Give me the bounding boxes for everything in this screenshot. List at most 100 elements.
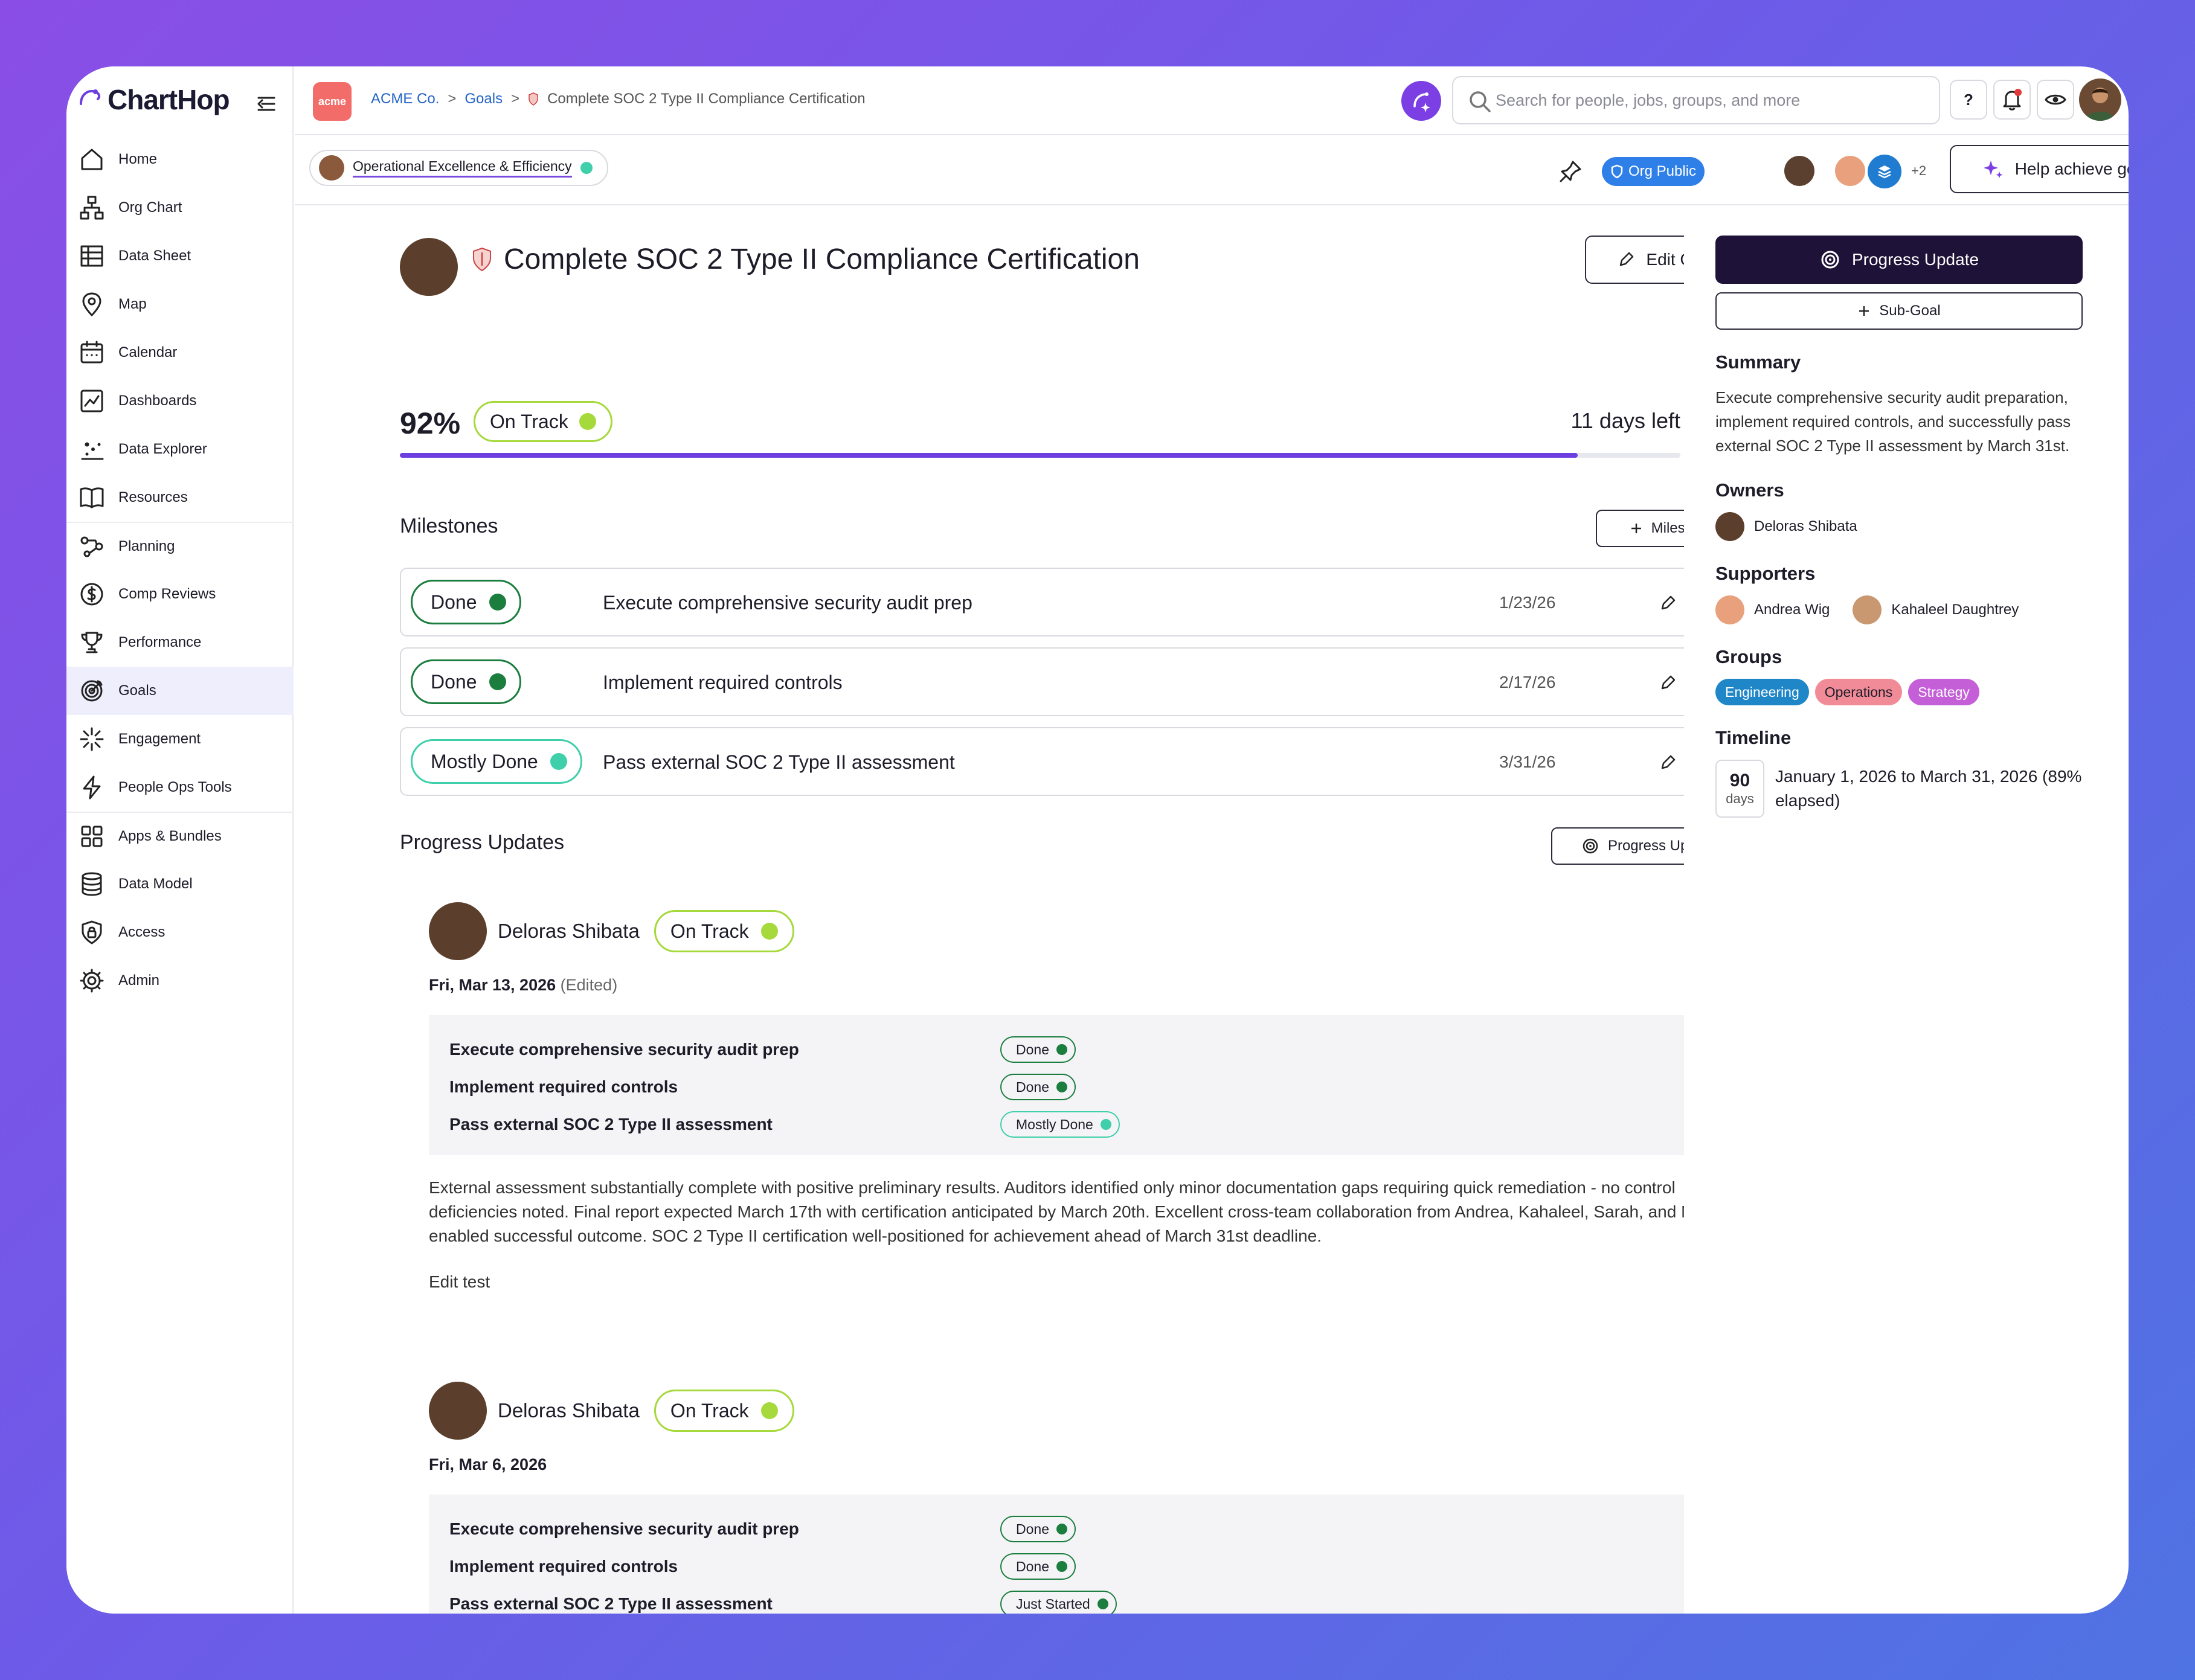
timeline-title: Timeline [1715,727,1792,748]
progress-update-button[interactable]: Progress Update [1715,236,2083,284]
dollar-icon [79,581,105,608]
update-milestone-status-label: Just Started [1016,1595,1090,1612]
supporter-item[interactable]: Kahaleel Daughtrey [1853,595,2019,624]
view-as-button[interactable] [2037,80,2074,120]
sidebar-item-org-chart[interactable]: Org Chart [66,184,294,232]
org-logo[interactable]: acme [313,82,352,121]
search-box[interactable] [1452,76,1940,124]
update-milestone-status-label: Done [1016,1558,1049,1574]
group-chip[interactable]: Strategy [1908,679,1979,705]
home-icon [79,146,105,173]
extra-members-count[interactable]: +2 [1911,163,1926,179]
search-input[interactable] [1496,91,1939,110]
sidebar-item-planning[interactable]: Planning [66,522,294,570]
sidebar-item-home[interactable]: Home [66,135,294,184]
sidebar-item-resources[interactable]: Resources [66,473,294,522]
supporter-item[interactable]: Andrea Wig [1715,595,1830,624]
pin-icon[interactable] [1557,158,1584,185]
sidebar-item-label: Resources [118,489,188,505]
update-author-name[interactable]: Deloras Shibata [498,920,640,943]
visibility-badge[interactable]: Org Public [1602,157,1705,186]
update-milestone-status: Just Started [1000,1591,1117,1614]
supporters-list: Andrea Wig Kahaleel Daughtrey [1715,585,2090,624]
sidebar-item-label: Comp Reviews [118,586,216,602]
milestone-status-label: Done [431,591,477,613]
sidebar-item-comp-reviews[interactable]: Comp Reviews [66,570,294,618]
days-left: 11 days left [1570,408,1680,433]
sidebar-item-admin[interactable]: Admin [66,957,294,1005]
groups-list: Engineering Operations Strategy [1715,679,2090,705]
collapse-sidebar-icon[interactable] [252,91,279,117]
member-avatar[interactable] [1784,156,1814,186]
group-avatar[interactable] [1868,155,1901,188]
parent-goal-status-dot [580,162,593,174]
user-avatar[interactable] [2079,79,2121,121]
help-achieve-goal-label: Help achieve goal [2014,159,2129,178]
update-author-avatar[interactable] [429,1382,487,1440]
milestone-status-dot [550,753,567,770]
sidebar-item-people-ops-tools[interactable]: People Ops Tools [66,763,294,812]
notifications-button[interactable] [1993,80,2031,120]
sidebar-item-engagement[interactable]: Engagement [66,715,294,763]
milestone-row[interactable]: Mostly Done Pass external SOC 2 Type II … [400,727,1684,796]
timeline-text: January 1, 2026 to March 31, 2026 (89% e… [1775,767,2082,810]
breadcrumb-goals[interactable]: Goals [464,91,503,107]
add-sub-goal-button[interactable]: Sub-Goal [1715,292,2083,330]
goal-status-badge[interactable]: On Track [474,401,612,442]
parent-goal-chip[interactable]: Operational Excellence & Efficiency [309,150,608,186]
member-avatar[interactable] [1835,156,1865,186]
eye-icon [2045,94,2066,105]
breadcrumb-org[interactable]: ACME Co. [371,91,439,107]
update-milestone-line: Pass external SOC 2 Type II assessment J… [449,1585,1684,1614]
sidebar-item-data-sheet[interactable]: Data Sheet [66,232,294,280]
update-author-name[interactable]: Deloras Shibata [498,1399,640,1422]
sidebar-item-dashboards[interactable]: Dashboards [66,377,294,425]
add-milestone-button[interactable]: Milestone [1596,510,1684,547]
sidebar-item-map[interactable]: Map [66,280,294,329]
charthop-logo[interactable]: ChartHop [77,83,230,116]
sidebar-item-goals[interactable]: Goals [66,667,294,715]
add-sub-goal-label: Sub-Goal [1879,303,1941,319]
group-chip[interactable]: Operations [1814,679,1903,705]
milestone-status-badge[interactable]: Mostly Done [411,739,582,784]
app-window: ChartHop Home Org Chart Data Sheet Map Calen… [66,66,2129,1614]
dashboard-chart-icon [79,388,105,414]
update-header: Deloras Shibata On Track [429,1382,1684,1440]
logo-text: ChartHop [108,84,230,115]
owner-item[interactable]: Deloras Shibata [1715,512,2090,541]
sidebar-item-data-explorer[interactable]: Data Explorer [66,425,294,473]
milestone-status-badge[interactable]: Done [411,580,521,624]
milestone-row[interactable]: Done Implement required controls 2/17/26 [400,647,1684,716]
pencil-icon[interactable] [1657,751,1679,773]
sidebar-item-label: Map [118,296,147,312]
group-chip[interactable]: Engineering [1715,679,1809,705]
milestone-date: 3/31/26 [1499,752,1556,771]
goal-owner-avatar[interactable] [400,238,458,296]
sidebar-item-apps-bundles[interactable]: Apps & Bundles [66,812,294,860]
help-button[interactable]: ? [1950,80,1987,120]
add-progress-update-button[interactable]: Progress Update [1551,827,1684,865]
sidebar-item-data-model[interactable]: Data Model [66,860,294,908]
pencil-icon[interactable] [1657,592,1679,614]
pencil-icon[interactable] [1657,672,1679,693]
goal-title: Complete SOC 2 Type II Compliance Certif… [504,243,1140,275]
sidebar-item-label: Data Explorer [118,441,207,457]
shield-icon [1611,164,1623,179]
milestone-row[interactable]: Done Execute comprehensive security audi… [400,568,1684,636]
milestone-status-badge[interactable]: Done [411,659,521,704]
update-status-badge: On Track [654,910,794,952]
trophy-icon [79,629,105,656]
sidebar-item-access[interactable]: Access [66,908,294,957]
search-icon [1470,91,1491,112]
sidebar-item-label: Goals [118,682,156,699]
help-achieve-goal-button[interactable]: Help achieve goal [1950,145,2129,193]
ai-assistant-button[interactable] [1401,81,1441,121]
update-author-avatar[interactable] [429,902,487,960]
sidebar-item-performance[interactable]: Performance [66,618,294,667]
edit-goal-button[interactable]: Edit Goal [1585,236,1684,284]
layers-icon [1878,165,1891,179]
sidebar-item-calendar[interactable]: Calendar [66,329,294,377]
update-milestone-status-dot [1056,1044,1067,1055]
timeline-days: 90 [1729,771,1750,790]
update-status-badge: On Track [654,1390,794,1432]
